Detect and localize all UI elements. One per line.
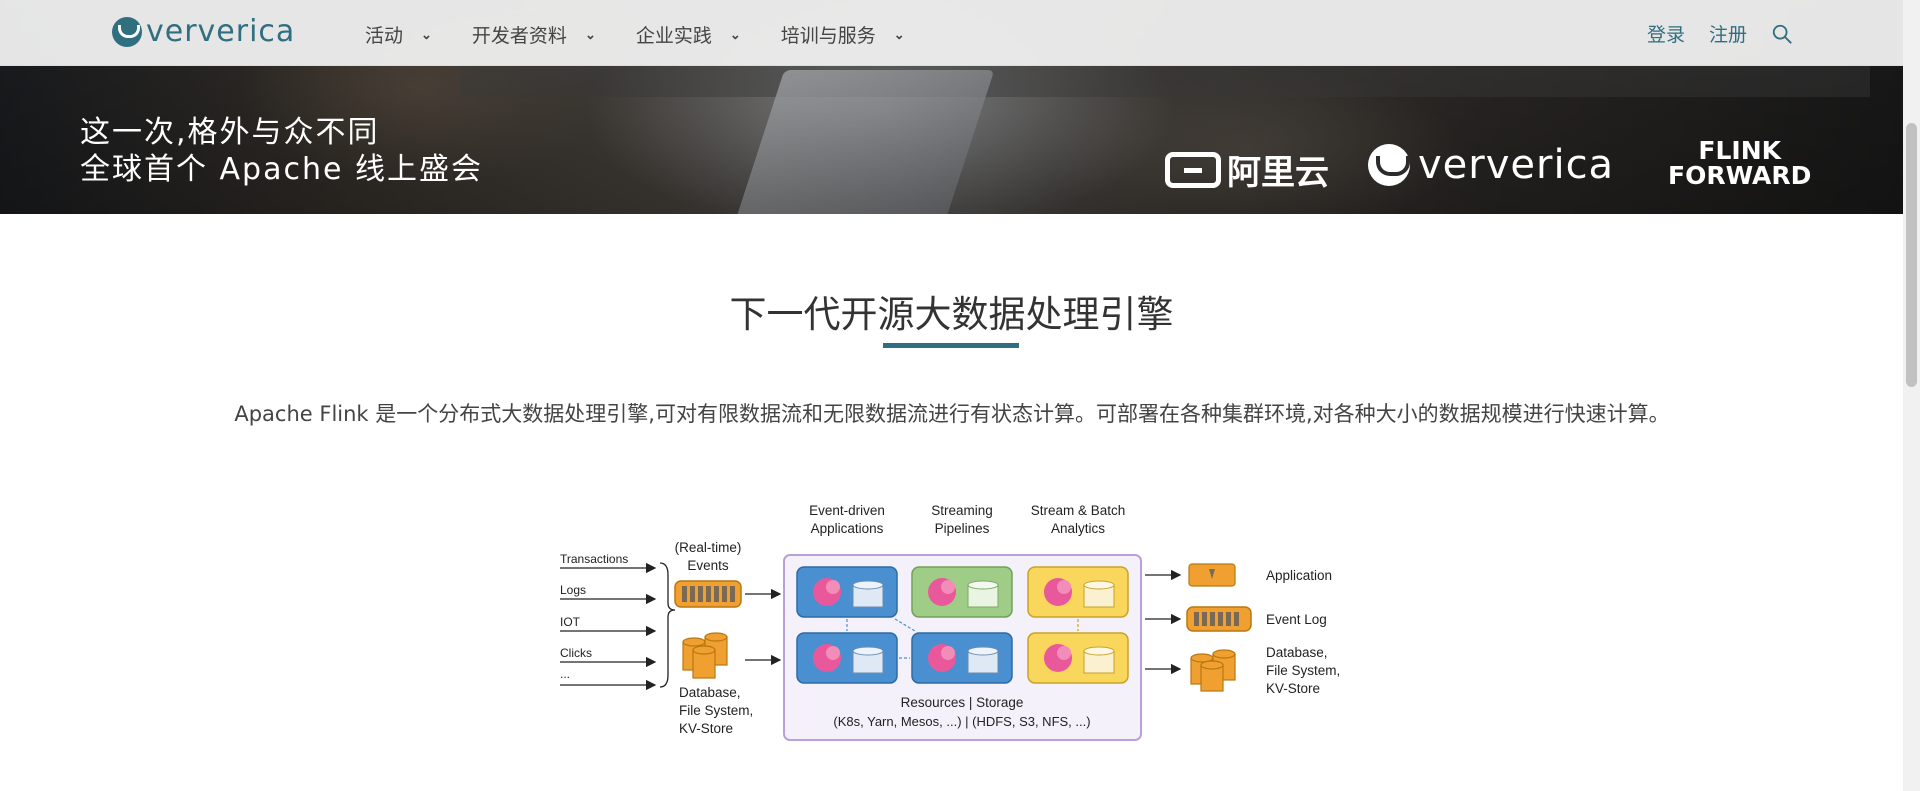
page-scrollbar[interactable] — [1903, 0, 1920, 791]
database-label: File System, — [679, 703, 753, 718]
resources-label: Resources | Storage — [901, 695, 1024, 710]
ververica-mark-icon — [1368, 144, 1410, 186]
flink-forward-logo: FLINK FORWARD — [1668, 138, 1811, 188]
database-label: File System, — [1266, 663, 1340, 678]
section-title: 下一代开源大数据处理引擎 — [729, 293, 1174, 336]
database-label: Database, — [679, 685, 741, 700]
database-label: KV-Store — [679, 721, 733, 736]
input-label: ... — [560, 667, 570, 681]
aliyun-mark-icon — [1165, 151, 1221, 188]
site-logo-text: ververica — [146, 14, 296, 49]
nav-item-developer-resources[interactable]: 开发者资料 ⌄ — [472, 21, 596, 48]
nav-item-events[interactable]: 活动 ⌄ — [365, 21, 432, 48]
output-label: Event Log — [1266, 612, 1327, 627]
column-header: Stream & Batch — [1031, 503, 1126, 518]
column-header: Pipelines — [935, 521, 990, 536]
ververica-banner-logo: ververica — [1368, 142, 1614, 188]
chevron-down-icon: ⌄ — [584, 26, 596, 42]
nav-item-enterprise-practice[interactable]: 企业实践 ⌄ — [636, 21, 741, 48]
nav-item-label: 培训与服务 — [780, 26, 876, 47]
realtime-events-label: Events — [687, 558, 729, 573]
site-logo[interactable]: ververica — [112, 14, 295, 49]
input-label: Clicks — [560, 646, 592, 660]
aliyun-logo: 阿里云 — [1165, 145, 1329, 194]
database-icon — [682, 632, 728, 679]
login-link[interactable]: 登录 — [1647, 20, 1685, 47]
database-label: Database, — [1266, 645, 1328, 660]
database-icon — [1190, 649, 1236, 692]
column-header: Streaming — [931, 503, 993, 518]
flink-forward-line-2: FORWARD — [1668, 161, 1812, 190]
chevron-down-icon: ⌄ — [729, 26, 741, 42]
outputs: Application Event Log Database, File Sys… — [1145, 563, 1340, 696]
site-header: ververica 活动 ⌄ 开发者资料 ⌄ 企业实践 ⌄ 培训与服务 ⌄ 登录… — [0, 0, 1903, 66]
banner-line-1: 这一次,格外与众不同 — [80, 115, 380, 150]
input-label: Transactions — [560, 552, 628, 566]
database-label: KV-Store — [1266, 681, 1320, 696]
realtime-events: (Real-time) Events — [674, 540, 782, 608]
title-underline — [883, 343, 1019, 348]
nav-item-label: 企业实践 — [635, 26, 712, 47]
header-actions: 登录 注册 — [1647, 20, 1793, 47]
section-description: Apache Flink 是一个分布式大数据处理引擎,可对有限数据流和无限数据流… — [234, 402, 1670, 426]
resources-detail: (K8s, Yarn, Mesos, ...) | (HDFS, S3, NFS… — [833, 714, 1090, 729]
nav-item-label: 活动 — [365, 26, 404, 47]
search-icon[interactable] — [1771, 23, 1793, 45]
nav-item-training-services[interactable]: 培训与服务 ⌄ — [781, 21, 905, 48]
flink-architecture-diagram: Transactions Logs IOT Clicks ... (Real-t… — [560, 503, 1340, 741]
main-nav: 活动 ⌄ 开发者资料 ⌄ 企业实践 ⌄ 培训与服务 ⌄ — [365, 21, 945, 48]
ververica-logo-icon — [112, 16, 142, 47]
chevron-down-icon: ⌄ — [893, 26, 905, 42]
realtime-events-label: (Real-time) — [675, 540, 742, 555]
column-header: Analytics — [1051, 521, 1105, 536]
input-sources: Transactions Logs IOT Clicks ... — [560, 552, 676, 691]
banner-headline: 这一次,格外与众不同 全球首个 Apache 线上盛会 — [80, 114, 483, 188]
column-headers: Event-driven Applications Streaming Pipe… — [809, 503, 1125, 536]
column-header: Event-driven — [809, 503, 885, 518]
input-label: IOT — [560, 615, 581, 629]
input-label: Logs — [560, 583, 586, 597]
scrollbar-thumb[interactable] — [1906, 123, 1917, 387]
aliyun-logo-text: 阿里云 — [1227, 153, 1329, 193]
ververica-banner-logo-text: ververica — [1418, 142, 1615, 188]
database-left: Database, File System, KV-Store — [679, 632, 782, 736]
column-header: Applications — [811, 521, 884, 536]
nav-item-label: 开发者资料 — [471, 26, 567, 47]
banner-line-2: 全球首个 Apache 线上盛会 — [80, 152, 483, 187]
output-label: Application — [1266, 568, 1332, 583]
chevron-down-icon: ⌄ — [421, 26, 432, 42]
flink-forward-line-1: FLINK — [1698, 136, 1781, 165]
register-link[interactable]: 注册 — [1709, 20, 1747, 47]
